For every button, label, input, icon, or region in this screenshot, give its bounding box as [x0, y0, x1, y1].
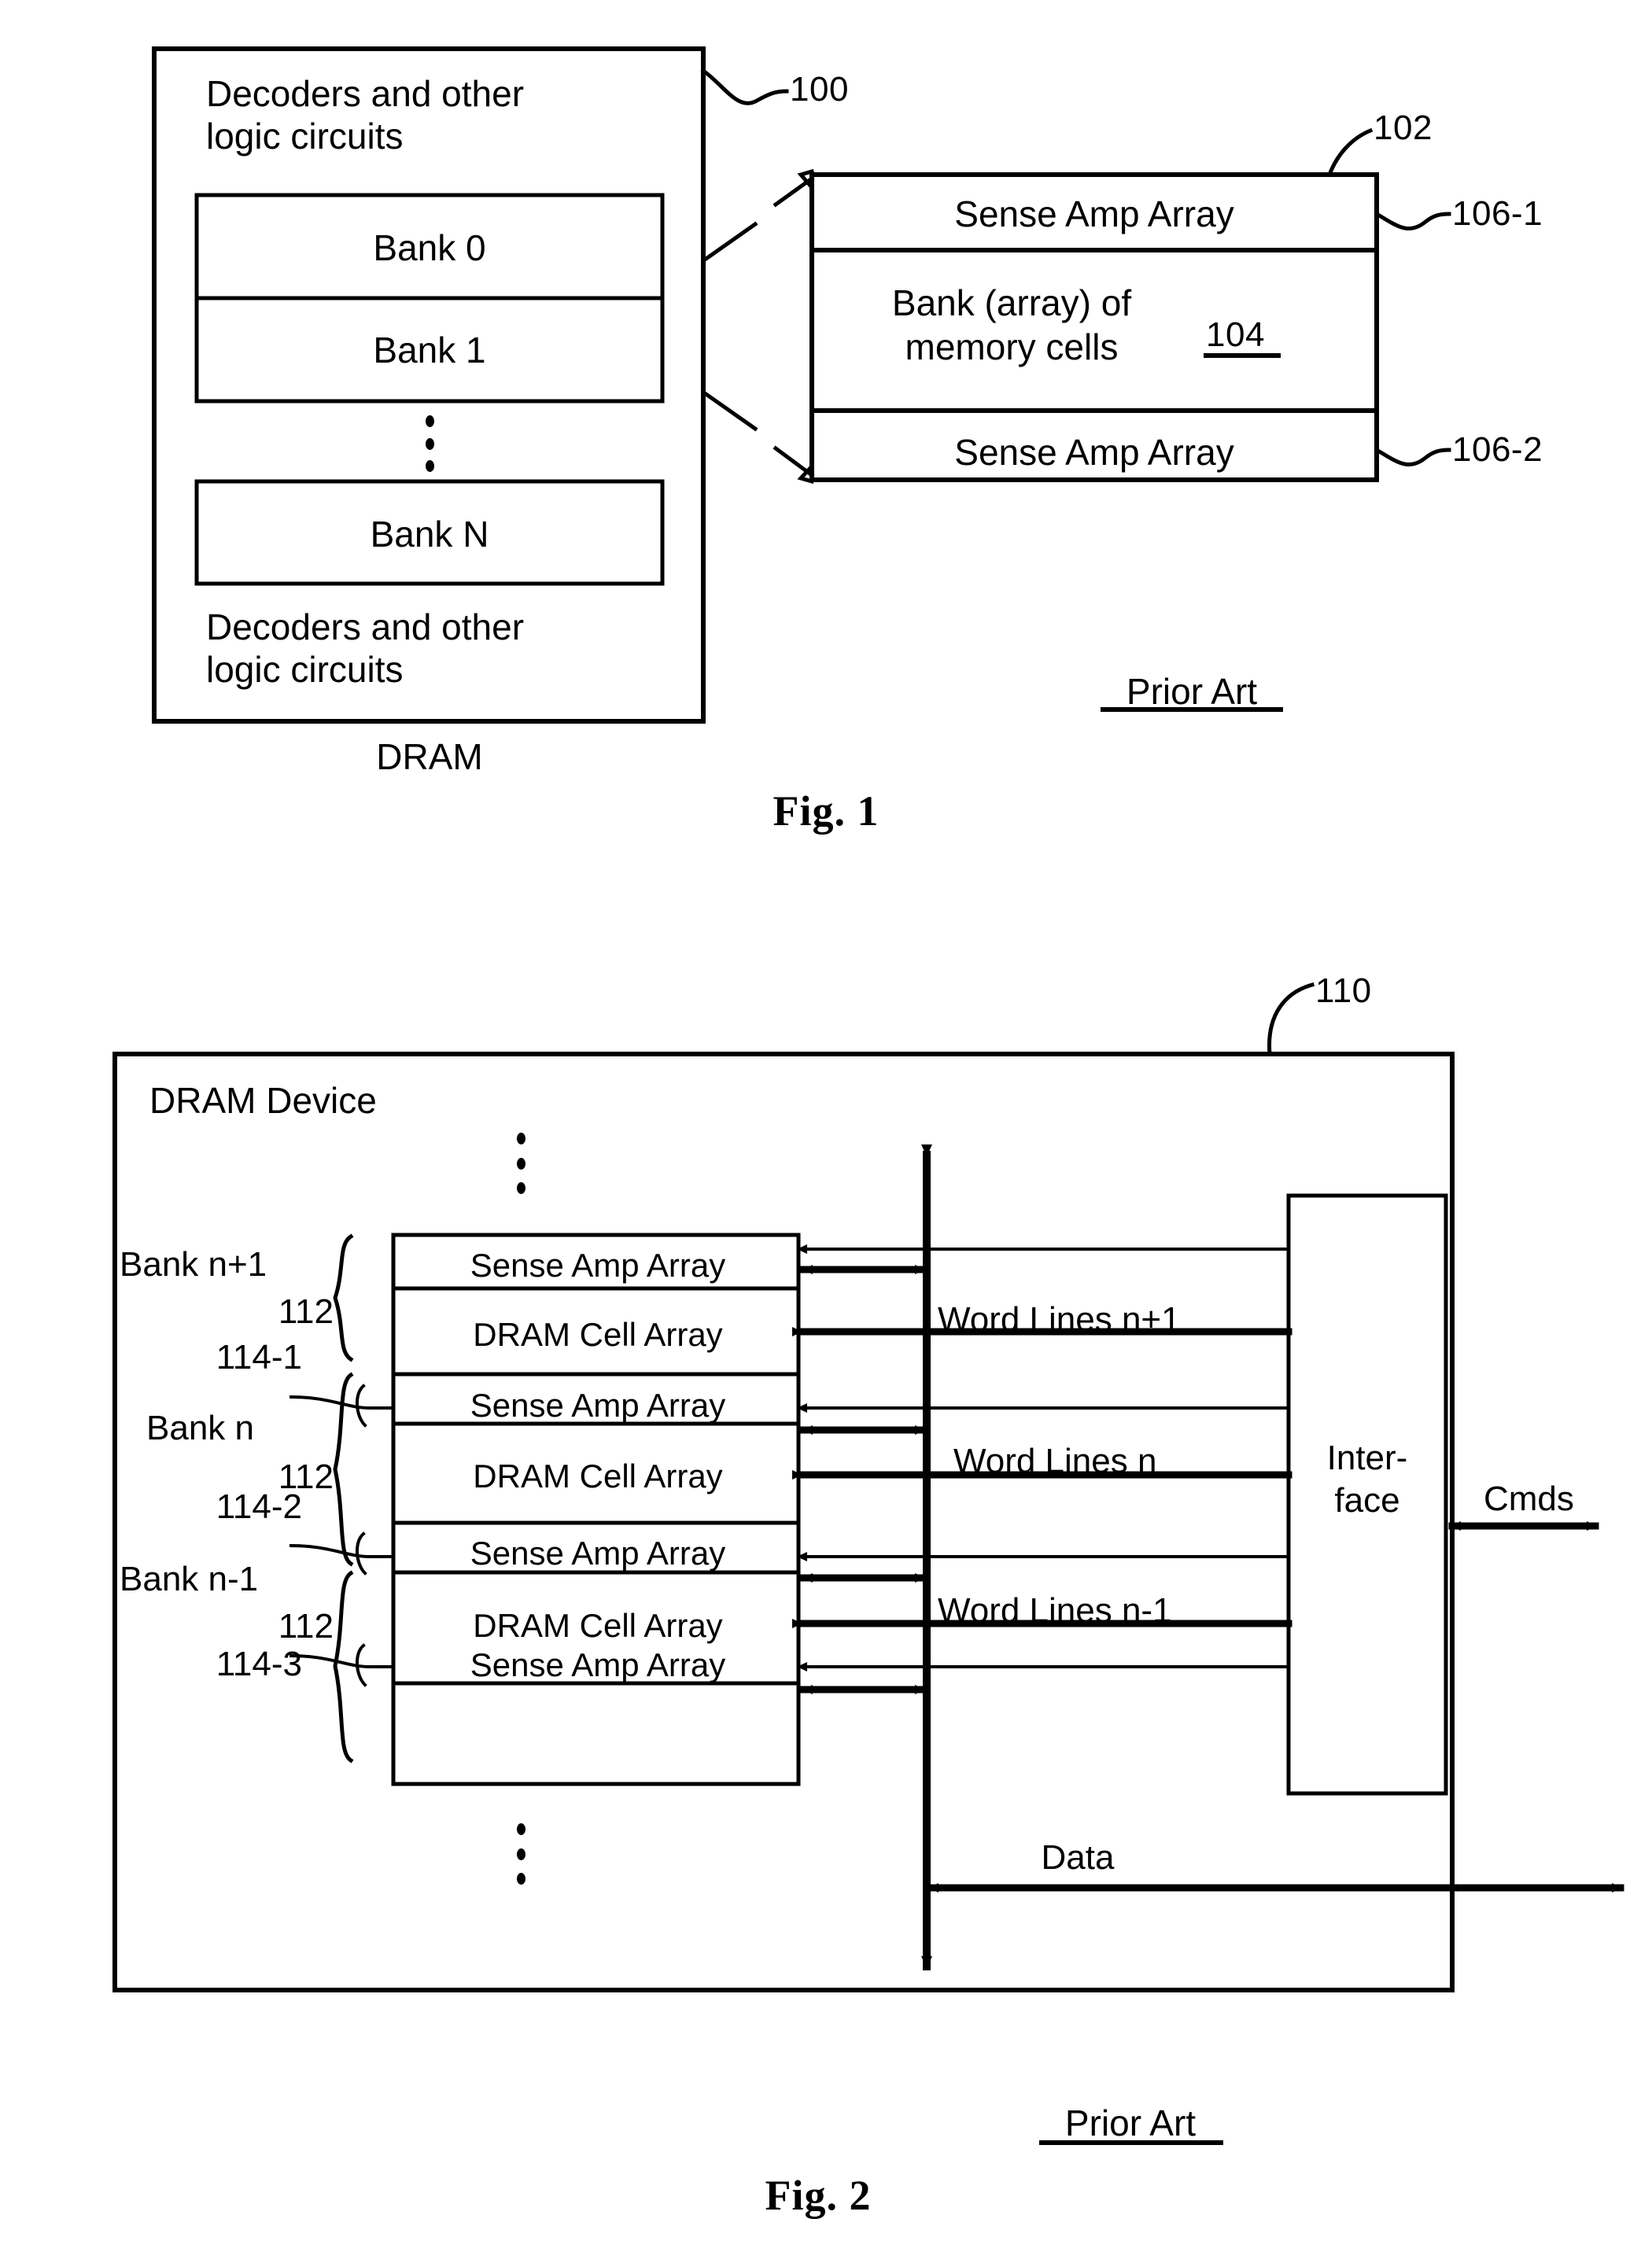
fig2-bank-np1-ref: 112: [278, 1292, 334, 1331]
fig2-bank-nm1-ref: 112: [278, 1607, 334, 1646]
fig1-leader-106-1: [1374, 211, 1451, 231]
fig2-sense-amp-array-2: Sense Amp Array: [470, 1387, 726, 1424]
fig1-caption: Fig. 1: [773, 787, 879, 835]
fig1-detail-bank-array-line1: Bank (array) of: [891, 282, 1132, 323]
fig2-interface-label-line1: Inter-: [1326, 1439, 1408, 1477]
fig1-ref-102: 102: [1374, 109, 1433, 147]
fig2-interface-label-line2: face: [1334, 1481, 1400, 1520]
fig2-sense-amp-array-1: Sense Amp Array: [470, 1247, 726, 1284]
patent-drawing-sheet: Decoders and other logic circuits Bank 0…: [0, 0, 1652, 2263]
fig2-word-lines-np1-label: Word Lines n+1: [938, 1300, 1181, 1339]
fig2-ref-110: 110: [1315, 971, 1372, 1010]
fig2-sense-amp-ref-3-visible: 114-3: [216, 1645, 302, 1683]
fig1-leader-100: [700, 68, 789, 105]
fig2-dram-cell-array-2: DRAM Cell Array: [473, 1458, 723, 1495]
fig2-bank-np1-label: Bank n+1: [120, 1245, 267, 1284]
fig1-ref-104: 104: [1206, 315, 1265, 354]
fig1-prior-art-label: Prior Art: [1126, 671, 1258, 712]
fig1-expansion-leaders: [702, 168, 815, 485]
fig1-ref-100: 100: [790, 70, 849, 109]
fig1-ref-106-1: 106-1: [1452, 194, 1543, 233]
fig2-bank-n-label: Bank n: [146, 1409, 254, 1447]
fig1-bank-n-label: Bank N: [370, 514, 489, 555]
fig1-dram-device-label: DRAM: [376, 736, 483, 777]
fig1-leader-102: [1326, 127, 1374, 178]
fig2-dram-cell-array-3: DRAM Cell Array: [473, 1607, 723, 1644]
fig2-top-ellipsis-icon: [516, 1133, 525, 1194]
fig2-cmds-label: Cmds: [1484, 1480, 1574, 1518]
fig2-sense-amp-array-3: Sense Amp Array: [470, 1535, 726, 1572]
fig1-detail-sense-amp-top-label: Sense Amp Array: [954, 193, 1234, 234]
fig2-prior-art-label: Prior Art: [1064, 2103, 1197, 2143]
fig2-word-lines-n-label: Word Lines n: [953, 1442, 1157, 1480]
fig2-bank-braces: [333, 1233, 354, 1764]
fig1-bank-1-label: Bank 1: [373, 330, 486, 370]
fig2-bank-nm1-label: Bank n-1: [120, 1560, 259, 1598]
fig2-dram-cell-array-1: DRAM Cell Array: [473, 1316, 723, 1353]
fig2-sense-amp-ref-1: 114-1: [216, 1338, 302, 1377]
fig2-bottom-ellipsis-icon: [516, 1823, 525, 1885]
fig2-leader-110: [1267, 982, 1315, 1056]
fig1-detail-bank-array-line2: memory cells: [905, 326, 1119, 367]
fig2-sense-amp-ref-2: 114-2: [216, 1487, 302, 1526]
fig2-word-lines-nm1-label: Word Lines n-1: [938, 1591, 1172, 1630]
fig1-decoders-top-label: Decoders and other logic circuits: [206, 73, 525, 157]
fig1-bank-ellipsis-icon: [425, 415, 434, 472]
fig1-decoders-bottom-label: Decoders and other logic circuits: [206, 606, 525, 691]
fig1-ref-106-2: 106-2: [1452, 430, 1543, 469]
fig1-detail-sense-amp-bottom-label: Sense Amp Array: [954, 432, 1234, 473]
fig2-data-label: Data: [1041, 1838, 1115, 1877]
fig2-sense-amp-array-4: Sense Amp Array: [470, 1646, 726, 1683]
fig1-bank-0-label: Bank 0: [373, 227, 486, 268]
fig2-caption: Fig. 2: [765, 2172, 872, 2219]
fig2-dram-device-label: DRAM Device: [149, 1080, 377, 1121]
fig1-leader-106-2: [1374, 447, 1451, 467]
